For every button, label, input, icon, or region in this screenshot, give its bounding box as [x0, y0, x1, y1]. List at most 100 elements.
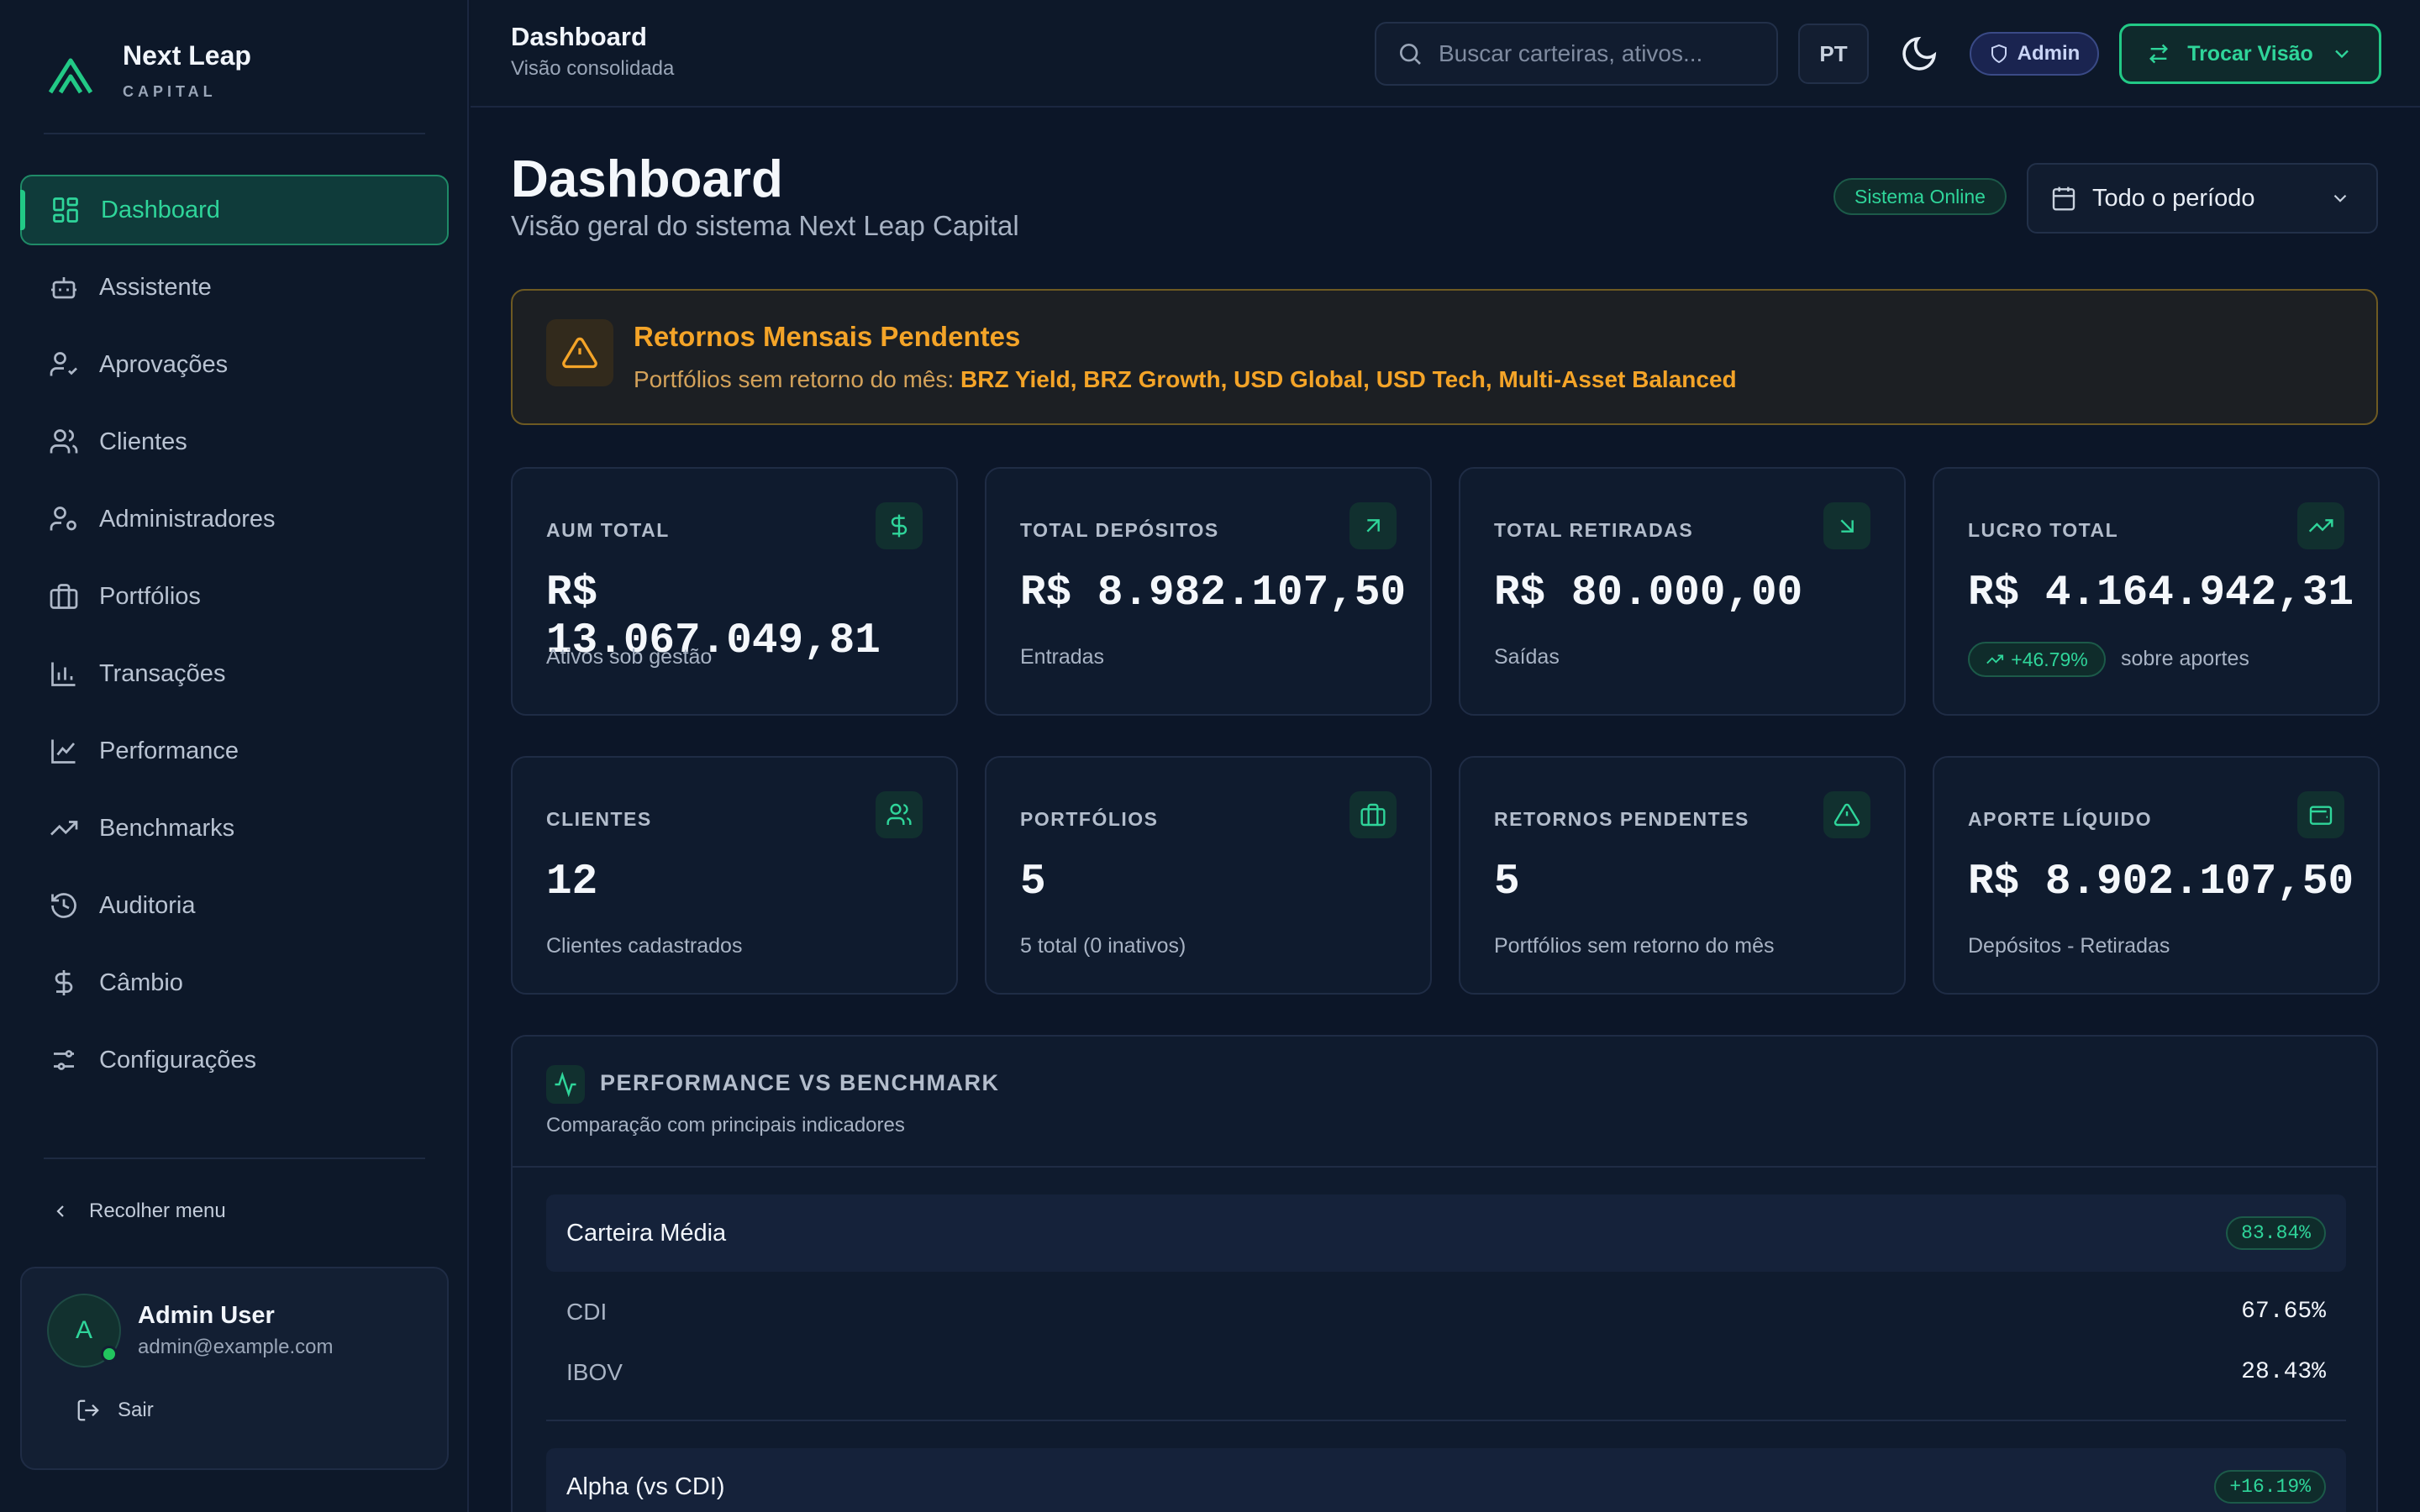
swap-icon — [2149, 44, 2169, 64]
row-label: CDI — [566, 1299, 608, 1325]
logout-button[interactable]: Sair — [76, 1398, 154, 1423]
sidebar-nav: Dashboard Assistente Aprovações Clientes… — [20, 175, 449, 1102]
sidebar-item-label: Benchmarks — [99, 814, 235, 842]
language-button[interactable]: PT — [1798, 24, 1869, 84]
sidebar-item-aprovacoes[interactable]: Aprovações — [20, 329, 449, 400]
sidebar-item-portfolios[interactable]: Portfólios — [20, 561, 449, 632]
stat-note: Portfólios sem retorno do mês — [1494, 934, 1775, 958]
role-label: Admin — [2017, 42, 2081, 65]
stat-note: Depósitos - Retiradas — [1968, 934, 2170, 958]
alert-icon-box — [546, 319, 613, 386]
dollar-icon — [891, 514, 908, 538]
value-pill: +16.19% — [2214, 1470, 2326, 1504]
stat-note: Ativos sob gestão — [546, 645, 713, 669]
performance-title: PERFORMANCE VS BENCHMARK — [600, 1070, 1000, 1095]
sidebar-item-transacoes[interactable]: Transações — [20, 638, 449, 709]
growth-value: +46.79% — [2011, 648, 2088, 670]
stat-label: RETORNOS PENDENTES — [1494, 808, 1749, 830]
brand-subtitle: CAPITAL — [123, 83, 217, 100]
stat-note: Saídas — [1494, 645, 1560, 669]
row-label: IBOV — [566, 1359, 623, 1385]
stat-label: LUCRO TOTAL — [1968, 519, 2119, 541]
avatar: A — [47, 1294, 121, 1368]
alert-title: Retornos Mensais Pendentes — [634, 321, 1021, 352]
role-badge: Admin — [1970, 32, 2099, 76]
bar-chart-icon — [51, 662, 76, 686]
sliders-icon — [54, 1050, 74, 1070]
brand-name: Next Leap — [123, 40, 251, 71]
shield-icon — [1991, 44, 2007, 64]
sidebar-item-label: Dashboard — [101, 196, 220, 223]
benchmark-row-ibov: IBOV 28.43% — [566, 1359, 2326, 1393]
collapse-menu-button[interactable]: Recolher menu — [50, 1200, 226, 1223]
brand[interactable]: Next Leap CAPITAL — [44, 37, 251, 102]
sidebar-item-cambio[interactable]: Câmbio — [20, 948, 449, 1018]
sidebar: Next Leap CAPITAL Dashboard Assistente A… — [0, 0, 469, 1512]
bot-icon — [51, 277, 76, 299]
stat-value: R$ 4.164.942,31 — [1968, 570, 2354, 617]
sidebar-item-benchmarks[interactable]: Benchmarks — [20, 793, 449, 864]
stat-value: R$ 8.902.107,50 — [1968, 858, 2354, 906]
history-icon — [51, 893, 76, 918]
sidebar-item-label: Administradores — [99, 505, 276, 533]
sidebar-item-auditoria[interactable]: Auditoria — [20, 870, 449, 941]
topbar: Dashboard Visão consolidada PT Admin Tro… — [471, 0, 2420, 108]
stat-label: APORTE LÍQUIDO — [1968, 808, 2153, 830]
stat-icon-box — [1823, 502, 1870, 549]
stat-card-pending-returns: RETORNOS PENDENTES 5 Portfólios sem reto… — [1459, 756, 1906, 995]
stat-label: PORTFÓLIOS — [1020, 808, 1159, 830]
sidebar-item-performance[interactable]: Performance — [20, 716, 449, 786]
stat-card-withdrawals: TOTAL RETIRADAS R$ 80.000,00 Saídas — [1459, 467, 1906, 716]
sidebar-item-label: Clientes — [99, 428, 187, 455]
stat-card-profit: LUCRO TOTAL R$ 4.164.942,31 +46.79% sobr… — [1933, 467, 2380, 716]
dollar-icon — [55, 970, 73, 995]
switch-view-button[interactable]: Trocar Visão — [2119, 24, 2381, 84]
stat-value: R$ 8.982.107,50 — [1020, 570, 1407, 617]
briefcase-icon — [50, 584, 78, 609]
topbar-subtitle: Visão consolidada — [511, 57, 675, 80]
row-value: 28.43% — [2241, 1359, 2326, 1385]
sidebar-item-label: Portfólios — [99, 582, 201, 610]
moon-icon[interactable] — [1899, 34, 1939, 74]
alert-prefix: Portfólios sem retorno do mês: — [634, 366, 961, 392]
perf-icon-box — [546, 1065, 585, 1104]
sidebar-item-clientes[interactable]: Clientes — [20, 407, 449, 477]
sidebar-item-configuracoes[interactable]: Configurações — [20, 1025, 449, 1095]
sidebar-item-assistente[interactable]: Assistente — [20, 252, 449, 323]
stat-note: 5 total (0 inativos) — [1020, 934, 1186, 958]
divider — [546, 1420, 2346, 1421]
stat-card-clients: CLIENTES 12 Clientes cadastrados — [511, 756, 958, 995]
alert-triangle-icon — [562, 337, 597, 369]
stat-label: AUM TOTAL — [546, 519, 670, 541]
user-check-icon — [50, 352, 77, 376]
user-cog-icon — [50, 507, 76, 531]
sidebar-item-label: Assistente — [99, 273, 212, 301]
search-box[interactable] — [1375, 22, 1778, 86]
stat-icon-box — [1349, 791, 1397, 838]
search-input[interactable] — [1439, 40, 1741, 67]
status-badge: Sistema Online — [1833, 178, 2007, 215]
stat-label: TOTAL DEPÓSITOS — [1020, 519, 1219, 541]
user-name: Admin User — [138, 1302, 275, 1329]
performance-header: PERFORMANCE VS BENCHMARK Comparação com … — [513, 1037, 2376, 1168]
performance-subtitle: Comparação com principais indicadores — [546, 1114, 905, 1137]
user-card: A Admin User admin@example.com Sair — [20, 1267, 449, 1470]
row-label: Carteira Média — [566, 1220, 727, 1247]
sidebar-item-label: Aprovações — [99, 350, 229, 378]
page-subtitle: Visão geral do sistema Next Leap Capital — [511, 210, 1019, 241]
page-title: Dashboard — [511, 150, 783, 208]
sidebar-item-administradores[interactable]: Administradores — [20, 484, 449, 554]
sidebar-item-dashboard[interactable]: Dashboard — [20, 175, 449, 245]
period-select[interactable]: Todo o período — [2027, 163, 2378, 234]
alert-triangle-icon — [1833, 803, 1860, 827]
arrow-down-right-icon — [1840, 519, 1854, 533]
line-chart-icon — [51, 739, 76, 764]
dashboard-icon — [53, 197, 78, 223]
chevron-left-icon — [56, 1205, 64, 1217]
avatar-initial: A — [75, 1316, 92, 1344]
user-email: admin@example.com — [138, 1336, 334, 1358]
trending-up-icon — [50, 821, 78, 836]
calendar-icon — [2052, 186, 2075, 211]
activity-icon — [555, 1072, 576, 1097]
pending-returns-alert: Retornos Mensais Pendentes Portfólios se… — [511, 289, 2378, 425]
